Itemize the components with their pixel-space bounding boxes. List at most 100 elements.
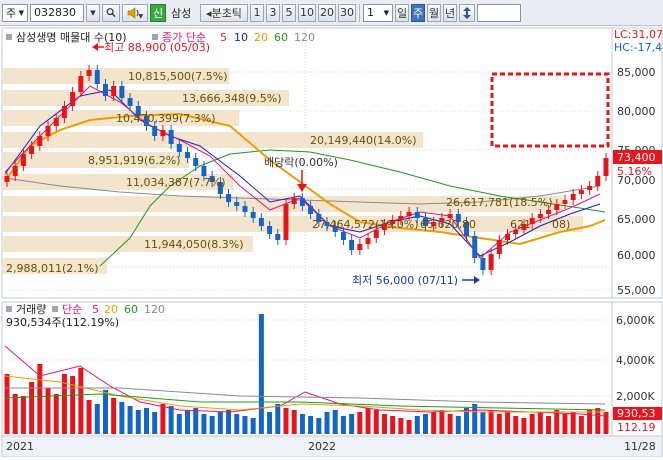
volume-bar xyxy=(324,412,330,434)
candle-body xyxy=(152,126,158,136)
speaker-button[interactable]: ▼ xyxy=(122,3,148,22)
volume-bar xyxy=(4,374,10,434)
candle-body xyxy=(537,214,543,218)
candle-body xyxy=(102,84,108,96)
candle-body xyxy=(94,70,100,84)
interval-type-button[interactable]: ◂분초틱 xyxy=(200,3,248,22)
volume-bar xyxy=(168,406,174,434)
market-type-value: 주 xyxy=(6,6,17,20)
volume-badge-pct: 112.19 xyxy=(617,421,656,434)
search-icon xyxy=(106,8,116,18)
volume-bar xyxy=(365,408,371,434)
candle-body xyxy=(562,200,568,204)
interval-3-button[interactable]: 3 xyxy=(266,3,280,22)
volume-bar xyxy=(505,412,511,434)
toolbar: 주 ▼ 032830 ▼ ▼ 신 삼성 ◂분초틱 1 3 5 10 20 30 … xyxy=(0,0,663,26)
new-badge-button[interactable]: 신 xyxy=(150,3,166,22)
volume-bar xyxy=(119,402,125,434)
volume-panel-collapse-icon[interactable] xyxy=(6,306,12,312)
profile-label-2: 13,666,348(9.5%) xyxy=(182,92,282,105)
current-price-value: 73,400 xyxy=(617,151,656,164)
candle-body xyxy=(283,204,289,240)
ma-panel-collapse-icon[interactable] xyxy=(152,34,158,40)
candle-body xyxy=(86,70,92,76)
change-pct-value: 5.16% xyxy=(617,165,652,178)
candle-body xyxy=(488,254,494,270)
volume-tick-6000k: 6,000K xyxy=(616,314,655,327)
volume-bar xyxy=(357,412,363,434)
volume-bar xyxy=(29,382,35,434)
candle-body xyxy=(111,86,117,96)
updown-button[interactable] xyxy=(459,3,475,22)
interval-10-button[interactable]: 10 xyxy=(298,3,316,22)
stock-name-field[interactable]: 삼성 xyxy=(168,4,198,22)
volume-bar xyxy=(488,410,494,434)
profile-label-8: 27,464,572(19.0%) xyxy=(312,218,419,231)
volume-bar xyxy=(570,412,576,434)
volume-bar xyxy=(513,416,519,434)
volume-bar xyxy=(439,410,445,434)
x-label-2022: 2022 xyxy=(308,440,336,453)
candle-body xyxy=(234,202,240,206)
code-dropdown-button[interactable]: ▼ xyxy=(86,3,100,22)
interval-5-button[interactable]: 5 xyxy=(282,3,296,22)
profile-label-4: 20,149,440(14.0%) xyxy=(310,134,417,147)
volume-bar xyxy=(529,414,535,434)
candle-body xyxy=(496,240,502,254)
x-label-2021: 2021 xyxy=(6,440,34,453)
volume-bar xyxy=(381,414,387,434)
toolbar-divider xyxy=(359,3,360,22)
volume-bar xyxy=(78,368,84,434)
candle-body xyxy=(406,212,412,216)
profile-label-5: 8,951,919(6.2%) xyxy=(88,154,181,167)
interval-30-button[interactable]: 30 xyxy=(338,3,356,22)
volume-bar xyxy=(176,414,182,434)
volume-bar xyxy=(275,404,281,434)
period-day-button[interactable]: 일 xyxy=(395,3,409,22)
interval-20-button[interactable]: 20 xyxy=(318,3,336,22)
search-button[interactable] xyxy=(102,3,120,22)
ma-label: 종가 단순 xyxy=(162,31,206,44)
volume-bar xyxy=(578,416,584,434)
candle-body xyxy=(472,236,478,258)
candle-body xyxy=(603,158,609,176)
volume-ma120-period: 120 xyxy=(144,303,165,316)
volume-bar xyxy=(447,414,453,434)
volume-bar xyxy=(537,412,543,434)
volume-bar xyxy=(390,416,396,434)
volume-bar xyxy=(94,404,100,434)
profile-label-11: 08) xyxy=(552,218,570,231)
candle-body xyxy=(505,234,511,240)
price-panel-collapse-icon[interactable] xyxy=(6,34,12,40)
period-week-button[interactable]: 주 xyxy=(411,3,425,22)
candle-body xyxy=(242,206,248,212)
candle-body xyxy=(160,130,166,136)
volume-bar xyxy=(373,410,379,434)
market-type-select[interactable]: 주 ▼ xyxy=(2,3,28,22)
candle-body xyxy=(37,136,43,146)
profile-label-1: 10,815,500(7.5%) xyxy=(128,70,228,83)
volume-bar xyxy=(135,410,141,434)
lc-label: LC:31,07 xyxy=(614,28,663,41)
volume-bar xyxy=(414,416,420,434)
interval-1-button[interactable]: 1 xyxy=(250,3,264,22)
volume-ma-collapse-icon[interactable] xyxy=(52,306,58,312)
extra-input[interactable] xyxy=(477,3,521,22)
candle-body xyxy=(201,166,207,176)
price-tick-65000: 65,000 xyxy=(617,213,656,226)
volume-bar xyxy=(496,414,502,434)
volume-bar xyxy=(209,416,215,434)
period-year-button[interactable]: 년 xyxy=(443,3,457,22)
volume-bar xyxy=(258,314,264,434)
candle-body xyxy=(275,234,281,240)
volume-bar xyxy=(521,418,527,434)
period-month-button[interactable]: 월 xyxy=(427,3,441,22)
stock-code-input[interactable]: 032830 xyxy=(30,3,84,22)
volume-bar xyxy=(201,414,207,434)
candle-body xyxy=(291,198,297,204)
candle-body xyxy=(119,86,125,98)
candle-body xyxy=(554,204,560,210)
count-input[interactable]: 1 ▼ xyxy=(363,3,393,22)
volume-bar xyxy=(340,416,346,434)
volume-bar xyxy=(20,396,26,434)
